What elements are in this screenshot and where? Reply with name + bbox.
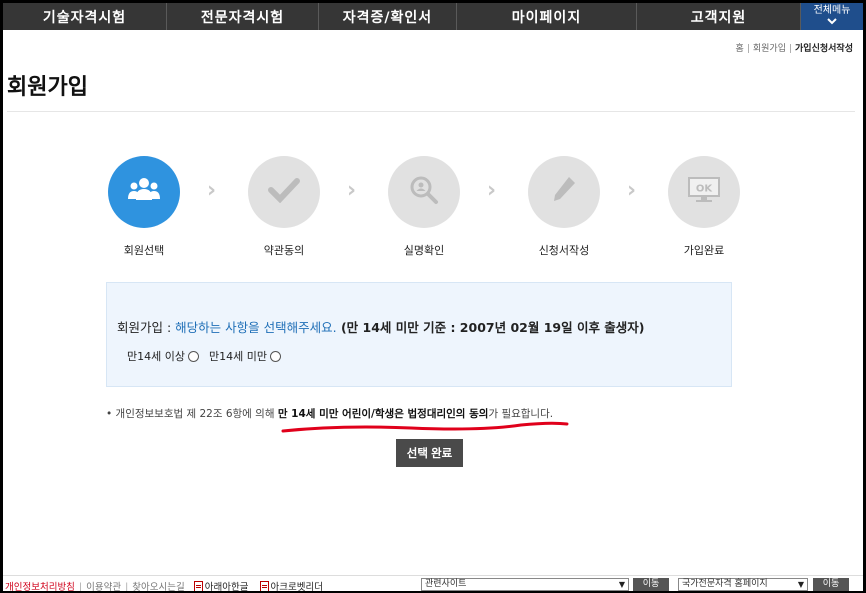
footer-directions-link[interactable]: 찾아오시는길	[132, 582, 184, 591]
ok-monitor-icon: OK	[687, 176, 721, 208]
pencil-icon	[551, 175, 577, 209]
step-label: 신청서작성	[538, 244, 590, 257]
footer-links: 개인정보처리방침 | 이용약관 | 찾아오시는길 아래아한글 아크로벳리더	[5, 581, 323, 591]
option-age-over-14[interactable]: 만14세 이상	[127, 348, 199, 364]
chevron-down-icon: ▼	[797, 580, 804, 589]
selection-highlight: 해당하는 사항을 선택해주세요.	[175, 320, 337, 335]
national-sites-value: 국가전문자격 홈페이지	[682, 579, 768, 589]
step-circle	[388, 156, 460, 228]
chevron-down-icon	[801, 17, 863, 29]
nav-item-certificate[interactable]: 자격증/확인서	[319, 3, 457, 30]
related-sites-select[interactable]: 관련사이트 ▼	[421, 578, 629, 591]
footer-privacy-link[interactable]: 개인정보처리방침	[5, 582, 75, 591]
hwp-label: 아래아한글	[204, 582, 249, 591]
check-icon	[268, 177, 300, 207]
breadcrumb: 홈 | 회원가입 | 가입신청서작성	[735, 44, 853, 54]
step-label: 회원선택	[123, 244, 165, 257]
chevron-right-icon: ›	[627, 178, 637, 203]
users-icon	[127, 176, 161, 208]
chevron-right-icon: ›	[487, 178, 497, 203]
national-sites-select[interactable]: 국가전문자격 홈페이지 ▼	[678, 578, 808, 591]
related-sites-value: 관련사이트	[425, 579, 467, 589]
page-frame: 기술자격시험 전문자격시험 자격증/확인서 마이페이지 고객지원 전체메뉴 홈 |…	[3, 3, 863, 591]
footer-acrobat-link[interactable]: 아크로벳리더	[259, 581, 323, 591]
selection-instruction: 회원가입 : 해당하는 사항을 선택해주세요. (만 14세 미만 기준 : 2…	[117, 317, 645, 336]
nav-item-support[interactable]: 고객지원	[637, 3, 801, 30]
selection-criteria: (만 14세 미만 기준 : 2007년 02월 19일 이후 출생자)	[336, 320, 645, 335]
step-label: 약관동의	[263, 244, 305, 257]
step-application: 신청서작성	[527, 156, 601, 258]
page-title: 회원가입	[7, 74, 88, 99]
footer-terms-link[interactable]: 이용약관	[86, 582, 121, 591]
option-age-under-14[interactable]: 만14세 미만	[209, 348, 281, 364]
step-real-name: 실명확인	[387, 156, 461, 258]
step-terms: 약관동의	[247, 156, 321, 258]
top-navigation: 기술자격시험 전문자격시험 자격증/확인서 마이페이지 고객지원 전체메뉴	[3, 3, 863, 30]
nav-item-mypage[interactable]: 마이페이지	[457, 3, 637, 30]
chevron-down-icon: ▼	[618, 580, 625, 589]
national-go-button[interactable]: 이동	[813, 578, 849, 591]
notice-pre: • 개인정보보호법 제 22조 6항에 의해	[106, 408, 278, 420]
step-member-select: 회원선택	[107, 156, 181, 258]
related-go-button[interactable]: 이동	[633, 578, 669, 591]
step-circle-active	[108, 156, 180, 228]
nav-item-technical-exam[interactable]: 기술자격시험	[3, 3, 167, 30]
title-divider	[7, 111, 855, 112]
radio-over-14[interactable]	[187, 350, 199, 362]
all-menu-label: 전체메뉴	[813, 5, 851, 16]
search-person-icon	[409, 175, 439, 209]
step-complete: OK 가입완료	[667, 156, 741, 258]
option-label: 만14세 이상	[127, 350, 185, 363]
signup-steps: 회원선택 › 약관동의 › 실명확인 › 신청서작성 › OK 가입완료	[107, 156, 747, 258]
step-circle: OK	[668, 156, 740, 228]
step-label: 실명확인	[403, 244, 445, 257]
all-menu-button[interactable]: 전체메뉴	[801, 3, 863, 30]
acrobat-label: 아크로벳리더	[270, 582, 323, 591]
nav-item-professional-exam[interactable]: 전문자격시험	[167, 3, 319, 30]
document-icon	[193, 581, 203, 591]
pdf-icon	[259, 581, 269, 591]
member-type-selection-box: 회원가입 : 해당하는 사항을 선택해주세요. (만 14세 미만 기준 : 2…	[106, 282, 732, 387]
option-label: 만14세 미만	[208, 350, 267, 363]
radio-under-14[interactable]	[269, 350, 281, 362]
breadcrumb-current: 가입신청서작성	[795, 44, 853, 54]
age-options: 만14세 이상 만14세 미만	[127, 348, 281, 364]
chevron-right-icon: ›	[207, 178, 217, 203]
step-circle	[248, 156, 320, 228]
step-circle	[528, 156, 600, 228]
selection-prefix: 회원가입 :	[117, 320, 176, 335]
footer-hwp-link[interactable]: 아래아한글	[193, 581, 249, 591]
breadcrumb-home[interactable]: 홈	[736, 44, 744, 54]
footer: 개인정보처리방침 | 이용약관 | 찾아오시는길 아래아한글 아크로벳리더 관련사이트 …	[3, 575, 863, 591]
ok-text: OK	[696, 184, 714, 195]
breadcrumb-parent[interactable]: 회원가입	[753, 44, 786, 54]
select-complete-button[interactable]: 선택 완료	[396, 439, 463, 467]
step-label: 가입완료	[683, 244, 725, 257]
chevron-right-icon: ›	[347, 178, 357, 203]
red-underline-annotation	[281, 421, 569, 433]
